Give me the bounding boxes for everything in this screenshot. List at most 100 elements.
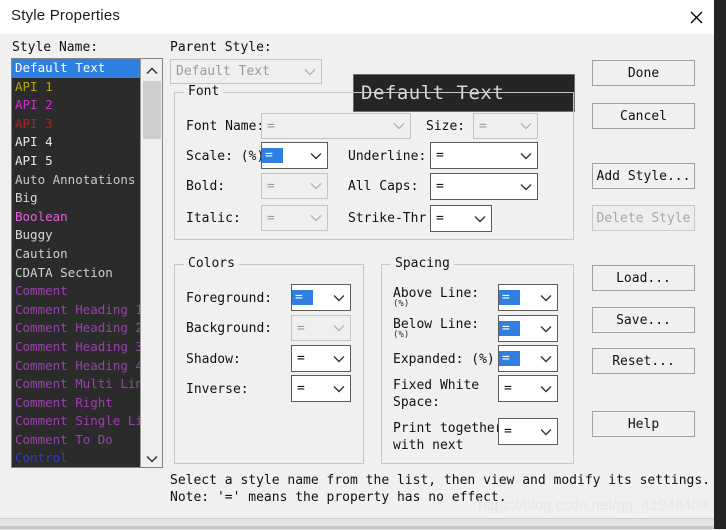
scroll-up-button[interactable]	[141, 59, 162, 79]
delete-style-button: Delete Style	[592, 205, 695, 231]
title-bar: Style Properties	[0, 0, 714, 34]
expanded-combobox[interactable]: =	[498, 345, 558, 372]
chevron-down-icon	[535, 385, 557, 393]
list-item[interactable]: Default Text	[12, 59, 140, 78]
bold-label: Bold:	[186, 179, 226, 194]
list-item[interactable]: API 5	[12, 152, 140, 171]
list-item[interactable]: API 4	[12, 133, 140, 152]
inverse-combobox[interactable]: =	[291, 375, 351, 402]
chevron-down-icon	[305, 214, 327, 222]
list-item[interactable]: Boolean	[12, 208, 140, 227]
chevron-down-icon	[469, 215, 491, 223]
list-item[interactable]: Comment Heading 2	[12, 319, 140, 338]
background-combobox[interactable]: =	[291, 315, 351, 341]
list-item[interactable]: Comment Multi Line	[12, 375, 140, 394]
print-together-label: Print together	[393, 421, 503, 436]
shadow-label: Shadow:	[186, 352, 241, 367]
chevron-down-icon	[328, 324, 350, 332]
above-line-sublabel: (%)	[393, 299, 410, 309]
list-item[interactable]: Caution	[12, 245, 140, 264]
list-item[interactable]: Comment Single Line	[12, 412, 140, 431]
list-item[interactable]: Comment Heading 3	[12, 338, 140, 357]
fixed-white-space-combobox[interactable]: =	[498, 375, 558, 402]
cancel-button[interactable]: Cancel	[592, 103, 695, 129]
parent-style-combobox[interactable]: Default Text	[170, 59, 322, 84]
list-item[interactable]: API 2	[12, 96, 140, 115]
font-group-title: Font	[184, 84, 224, 99]
style-list-scrollbar[interactable]	[140, 59, 162, 467]
list-item[interactable]: API 3	[12, 115, 140, 134]
below-line-combobox[interactable]: =	[498, 315, 558, 342]
window-right-edge	[714, 0, 726, 529]
italic-value: =	[267, 210, 275, 226]
chevron-down-icon	[305, 182, 327, 190]
scrollbar-thumb[interactable]	[143, 81, 161, 139]
list-item[interactable]: Comment To Do	[12, 431, 140, 450]
foreground-value: =	[292, 290, 313, 305]
chevron-down-icon	[535, 294, 557, 302]
italic-combobox[interactable]: =	[261, 205, 328, 231]
chevron-down-icon	[328, 385, 350, 393]
all-caps-combobox[interactable]: =	[430, 173, 538, 200]
background-value: =	[297, 320, 305, 336]
strike-thru-label: Strike-Thr	[348, 211, 427, 226]
chevron-down-icon	[515, 183, 537, 191]
list-item[interactable]: Comment Right	[12, 394, 140, 413]
list-item[interactable]: Comment Heading 4	[12, 357, 140, 376]
foreground-combobox[interactable]: =	[291, 284, 351, 311]
save-button[interactable]: Save...	[592, 307, 695, 333]
fixed-white-space-sublabel: Space:	[393, 395, 440, 410]
scale-combobox[interactable]: =	[261, 142, 328, 169]
shadow-combobox[interactable]: =	[291, 345, 351, 372]
list-item[interactable]: API 1	[12, 78, 140, 97]
print-together-sublabel: with next	[393, 438, 464, 453]
size-combobox[interactable]: =	[473, 113, 538, 139]
list-item[interactable]: Auto Annotations	[12, 171, 140, 190]
close-button[interactable]	[678, 0, 714, 34]
print-together-combobox[interactable]: =	[498, 418, 558, 445]
background-label: Background:	[186, 321, 273, 336]
all-caps-value: =	[436, 179, 444, 194]
chevron-down-icon	[535, 355, 557, 363]
chevron-down-icon	[388, 122, 410, 130]
add-style-button[interactable]: Add Style...	[592, 163, 695, 189]
bold-combobox[interactable]: =	[261, 173, 328, 199]
help-button[interactable]: Help	[592, 411, 695, 437]
dialog-client-area: Style Name: Default Text API 1 API 2 API 3A…	[0, 34, 714, 518]
font-name-value: =	[267, 118, 275, 134]
style-list-items: Default Text API 1 API 2 API 3 API 4 API 5 Aut…	[12, 59, 140, 467]
chevron-down-icon	[146, 448, 158, 467]
list-item[interactable]: Control	[12, 449, 140, 467]
underline-combobox[interactable]: =	[430, 142, 538, 169]
scale-value: =	[262, 148, 283, 163]
list-item[interactable]: CDATA Section	[12, 264, 140, 283]
chevron-down-icon	[515, 152, 537, 160]
list-item[interactable]: Comment Heading 1	[12, 301, 140, 320]
window-title: Style Properties	[11, 7, 121, 24]
scale-label: Scale: (%)	[186, 149, 265, 164]
spacing-group-title: Spacing	[391, 256, 454, 271]
font-name-label: Font Name:	[186, 119, 265, 134]
chevron-down-icon	[305, 152, 327, 160]
inverse-value: =	[297, 381, 305, 396]
above-line-combobox[interactable]: =	[498, 284, 558, 311]
list-item[interactable]: Comment	[12, 282, 140, 301]
bold-value: =	[267, 178, 275, 194]
reset-button[interactable]: Reset...	[592, 348, 695, 374]
help-text-line1: Select a style name from the list, then …	[170, 473, 711, 488]
font-name-combobox[interactable]: =	[261, 113, 411, 139]
chevron-down-icon	[535, 325, 557, 333]
list-item[interactable]: Buggy	[12, 226, 140, 245]
size-value: =	[479, 118, 487, 134]
underline-value: =	[436, 148, 444, 163]
strike-thru-combobox[interactable]: =	[430, 205, 492, 232]
expanded-label: Expanded: (%)	[393, 352, 495, 367]
list-item[interactable]: Big	[12, 189, 140, 208]
parent-style-label: Parent Style:	[170, 40, 272, 55]
style-name-listbox[interactable]: Default Text API 1 API 2 API 3 API 4 API 5 Aut…	[11, 58, 163, 468]
shadow-value: =	[297, 351, 305, 366]
load-button[interactable]: Load...	[592, 265, 695, 291]
scroll-down-button[interactable]	[141, 447, 162, 467]
done-button[interactable]: Done	[592, 60, 695, 86]
chevron-down-icon	[328, 355, 350, 363]
